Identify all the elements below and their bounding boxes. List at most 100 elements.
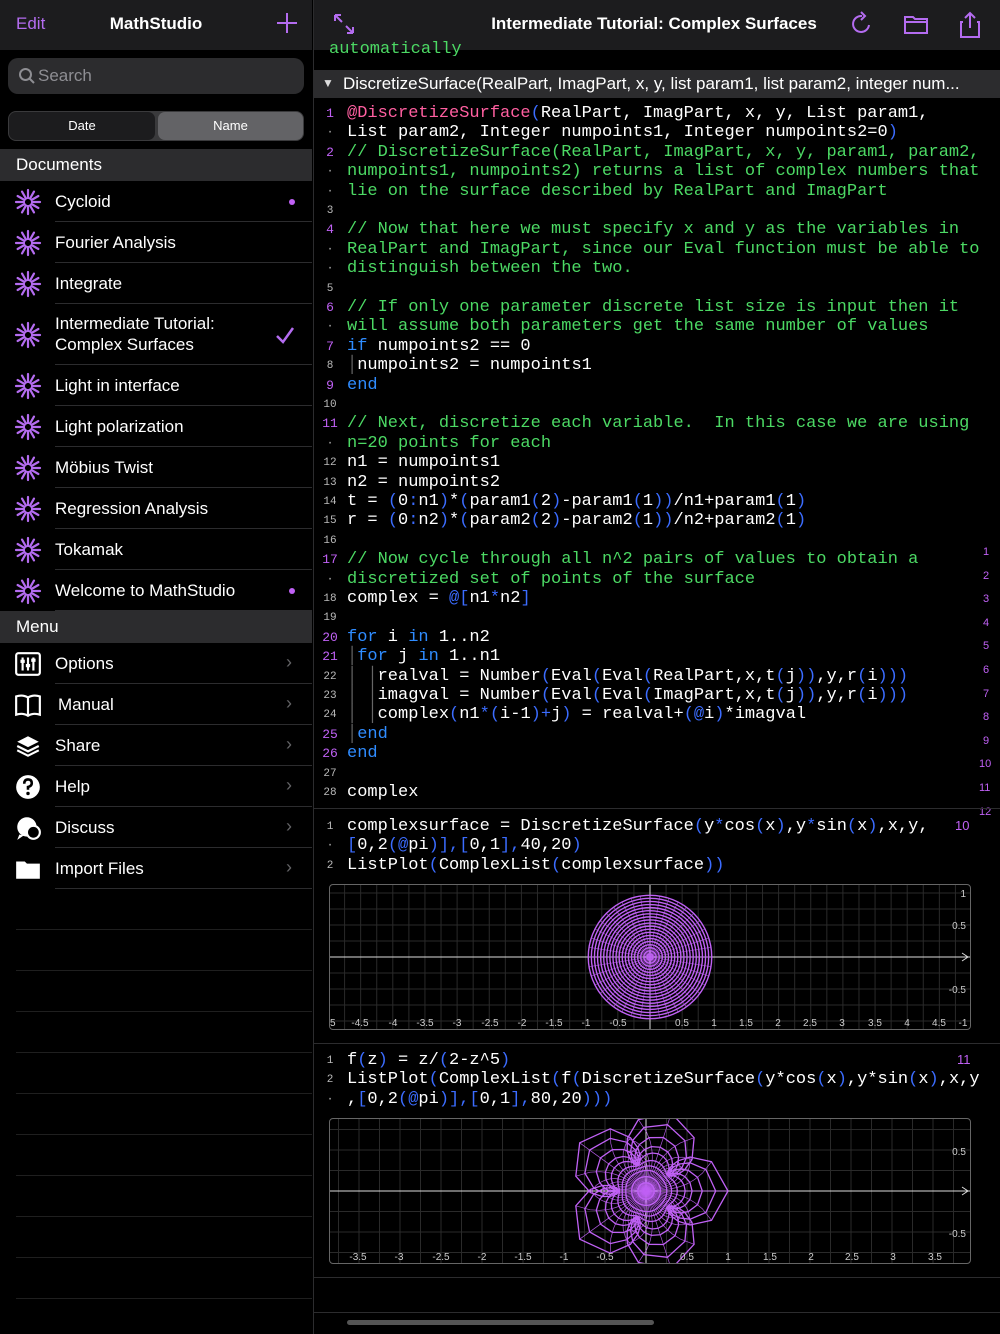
document-label: Regression Analysis [55,499,209,518]
line-number: 7 [326,338,334,354]
document-star-icon [14,270,42,297]
main-panel: Intermediate Tutorial: Complex Surfaces … [313,0,1000,1334]
chevron-right-icon: › [286,857,292,877]
menu-item-share[interactable]: Share › [0,725,312,766]
collapse-triangle-icon[interactable]: ▼ [322,76,334,90]
x-tick-label: -1 [582,1018,591,1029]
add-document-icon[interactable] [274,10,300,36]
line-number: 14 [323,496,337,508]
y-tick-label: -0.5 [949,985,967,996]
empty-row-separator [16,1134,312,1135]
line-number: 9 [326,377,334,393]
line-number: 21 [322,649,338,665]
document-item[interactable]: Tokamak [0,529,312,570]
output-index: 7 [983,687,990,700]
section-header[interactable]: ▼ DiscretizeSurface(RealPart, ImagPart, … [314,70,1000,98]
document-label: Light polarization [55,417,184,436]
x-tick-label: 1 [711,1018,717,1029]
x-tick-label: -0.5 [596,1252,614,1263]
menu-item-options[interactable]: Options › [0,643,312,684]
share-stack-icon [16,736,40,757]
line-number: 18 [323,593,337,605]
line-number: 2 [326,1074,334,1087]
previous-output-line: automatically [329,40,462,56]
sliders-icon [15,652,41,676]
sort-segmented-control: Date Name [8,111,304,141]
line-number: 28 [323,787,337,799]
document-item[interactable]: Welcome to MathStudio [0,570,312,611]
line-number: 23 [323,690,337,702]
line-number: 1 [326,106,334,121]
x-tick-label: 2.5 [845,1252,859,1263]
x-tick-label: -1.5 [514,1252,532,1263]
line-number: 4 [326,222,334,238]
document-title: Intermediate Tutorial: Complex Surfaces [491,14,817,33]
document-star-icon [14,577,42,604]
search-input[interactable]: Search [8,58,304,94]
x-tick-label: 1.5 [763,1252,777,1263]
y-tick-label: 0.5 [952,921,966,932]
x-tick-label: -2 [518,1018,527,1029]
x-tick-label: 0.5 [680,1252,694,1263]
document-item[interactable]: Intermediate Tutorial: Complex Surfaces [0,304,312,365]
refresh-icon[interactable] [850,11,874,37]
x-tick-label: 4.5 [932,1018,946,1029]
documents-section-header: Documents [0,149,312,181]
menu-item-discuss[interactable]: Discuss › [0,807,312,848]
line-number: · [326,243,334,256]
line-number: · [326,437,334,450]
document-item[interactable]: Integrate [0,263,312,304]
line-number: · [326,1093,334,1106]
x-tick-label: 3 [839,1018,845,1029]
x-tick-label: 1.5 [739,1018,753,1029]
line-number: 25 [322,726,338,742]
search-icon [19,68,35,84]
menu-item-help[interactable]: Help › [0,766,312,807]
cell-10-number: 10 [955,818,970,833]
document-item[interactable]: Regression Analysis [0,488,312,529]
discuss-icon [17,817,41,840]
cell-divider [314,1312,1000,1313]
folder-icon [16,861,40,879]
x-tick-label: -3 [453,1018,462,1029]
line-number: 20 [322,629,338,645]
share-icon[interactable] [958,11,982,39]
document-item[interactable]: Möbius Twist [0,447,312,488]
x-tick-label: 0.5 [675,1018,689,1029]
x-tick-label: 2.5 [803,1018,817,1029]
document-label: Welcome to MathStudio [55,581,236,600]
x-tick-label: -3.5 [349,1252,367,1263]
cell-11-number: 11 [957,1052,971,1067]
folder-icon[interactable] [903,11,929,37]
expand-icon[interactable] [332,12,356,36]
x-tick-label: -2.5 [432,1252,450,1263]
output-index: 9 [983,734,990,747]
line-number: · [326,321,334,334]
menu-item-label: Options [55,654,114,673]
line-number: · [326,573,334,586]
sidebar: Edit MathStudio Search Date Name Documen… [0,0,312,1334]
sort-tab-name[interactable]: Name [158,112,303,140]
document-item[interactable]: Cycloid [0,181,312,222]
menu-item-manual[interactable]: Manual › [0,684,312,725]
document-label-line1: Intermediate Tutorial: [55,314,215,333]
empty-row-separator [16,1011,312,1012]
line-number: 22 [323,670,337,683]
plot-2[interactable]: -3.5 -3 -2.5 -2 -1.5 -1 -0.5 0.5 1 1.5 2 2.5 3 3.5 0.5… [329,1118,971,1264]
horizontal-scrollbar[interactable] [347,1320,654,1325]
document-star-icon [14,413,42,440]
plot-1-canvas: 5 -4.5 -4 -3.5 -3 -2.5 -2 -1.5 -1 -0.5 0.5 1 1.5 2 2.5… [330,885,970,1029]
line-number: 13 [323,476,337,489]
cell-divider [314,1043,1000,1044]
section-title: DiscretizeSurface(RealPart, ImagPart, x,… [343,74,960,93]
sort-tab-date[interactable]: Date [9,112,155,140]
menu-item-import-files[interactable]: Import Files › [0,848,312,889]
output-index: 3 [983,593,990,606]
document-item[interactable]: Light in interface [0,365,312,406]
cell-divider [314,1277,1000,1278]
document-item[interactable]: Fourier Analysis [0,222,312,263]
unsaved-dot-indicator [289,198,295,205]
menu-item-label: Discuss [55,818,115,837]
plot-1[interactable]: 5 -4.5 -4 -3.5 -3 -2.5 -2 -1.5 -1 -0.5 0.5 1 1.5 2 2.5… [329,884,971,1030]
document-item[interactable]: Light polarization [0,406,312,447]
